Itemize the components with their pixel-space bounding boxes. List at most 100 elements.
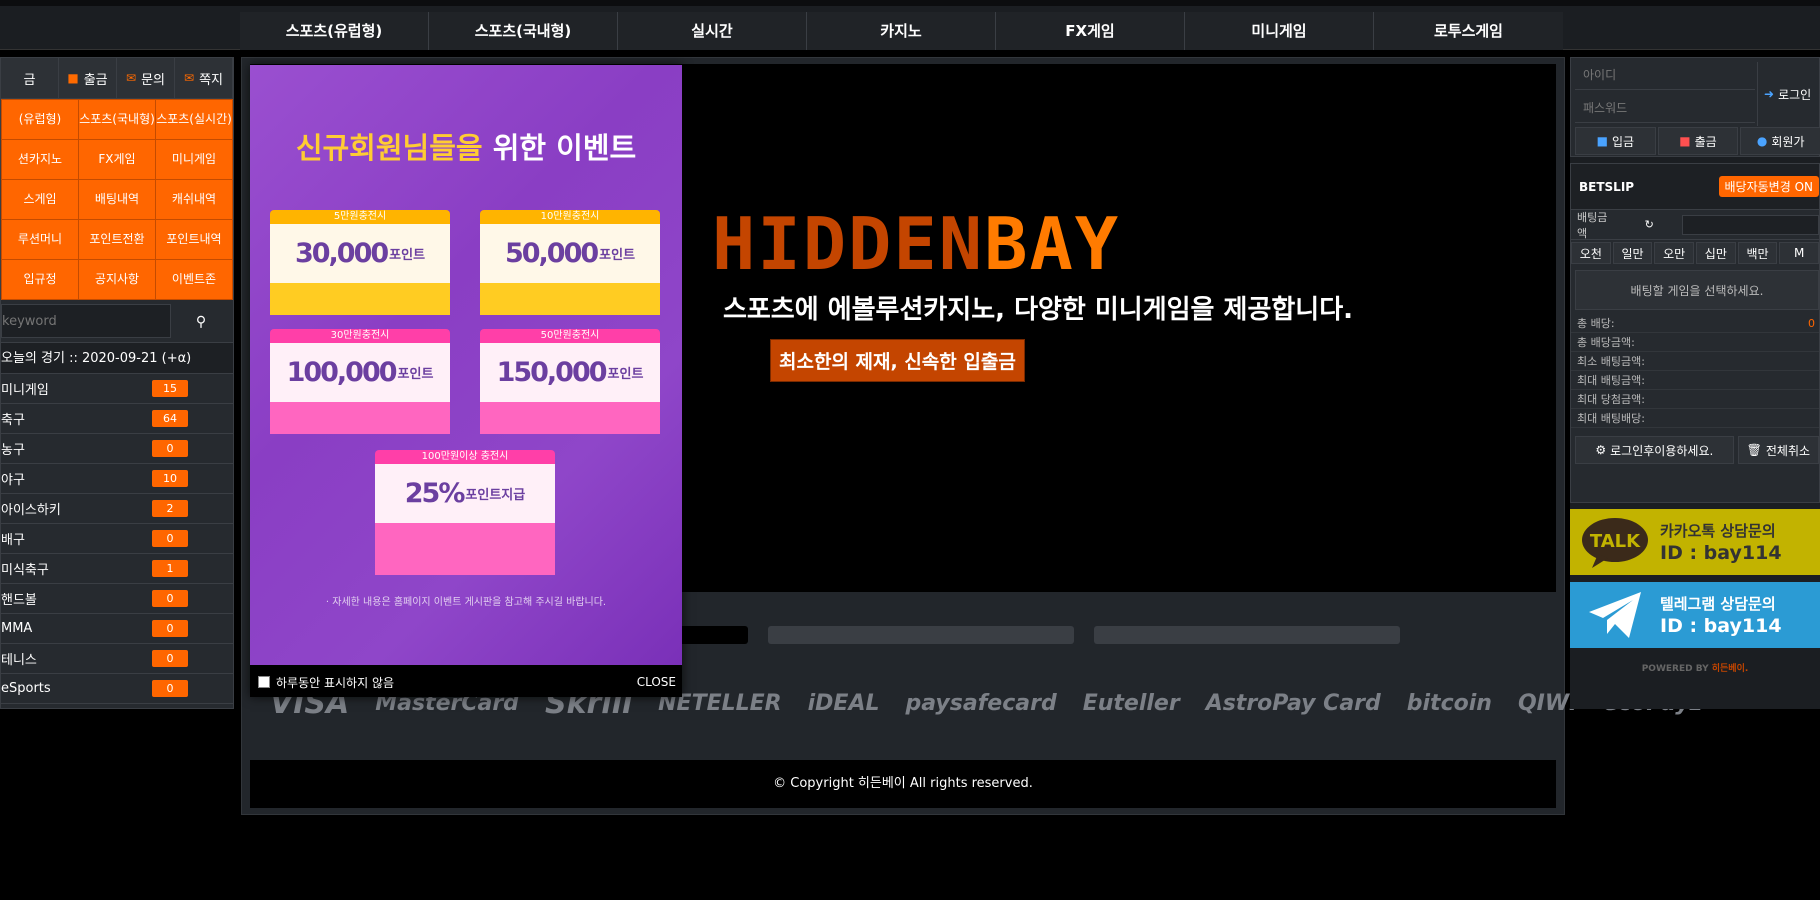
menu-notice[interactable]: 공지사항 [79, 260, 155, 299]
envelope-amount: 30,000 [294, 238, 389, 269]
search-input[interactable] [1, 304, 171, 338]
telegram-text: 텔레그램 상담문의 ID : bay114 [1660, 593, 1782, 637]
nav-fx-game[interactable]: FX게임 [996, 12, 1185, 50]
sport-count-badge: 1 [152, 560, 188, 577]
slider-indicator-3[interactable] [1094, 626, 1400, 644]
menu-fx-game[interactable]: FX게임 [79, 140, 155, 179]
telegram-line1: 텔레그램 상담문의 [1660, 595, 1776, 613]
deposit-label: 금 [23, 72, 36, 88]
login-button[interactable]: ➜ 로그인 [1757, 62, 1820, 126]
menu-event-zone[interactable]: 이벤트존 [156, 260, 232, 299]
sign-in-icon: ➜ [1764, 87, 1775, 101]
chip-5000[interactable]: 오천 [1571, 242, 1611, 264]
top-nav-items: 스포츠(유럽형) 스포츠(국내형) 실시간 카지노 FX게임 미니게임 로투스게… [240, 12, 1563, 50]
kakaotalk-contact[interactable]: TALK 카카오톡 상담문의 ID : bay114 [1570, 509, 1820, 575]
sport-item-mini-game[interactable]: 미니게임 15 [1, 374, 233, 404]
menu-mini-game[interactable]: 미니게임 [156, 140, 232, 179]
min-bet-row: 최소 배팅금액: [1571, 352, 1819, 371]
withdraw-action[interactable]: ■ 출금 [59, 58, 117, 98]
nav-sports-domestic[interactable]: 스포츠(국내형) [429, 12, 618, 50]
deposit-button[interactable]: ■ 입금 [1575, 127, 1656, 155]
sport-item-tennis[interactable]: 테니스 0 [1, 644, 233, 674]
envelope-150000: 50만원충전시 150,000 포인트 [480, 329, 660, 434]
sport-name: 미니게임 [1, 383, 49, 398]
user-icon: ● [1756, 134, 1768, 148]
menu-lotus-game[interactable]: 스게임 [2, 180, 78, 219]
sport-item-handball[interactable]: 핸드볼 0 [1, 584, 233, 614]
bet-amount-input[interactable] [1681, 214, 1819, 235]
menu-bet-history[interactable]: 배팅내역 [79, 180, 155, 219]
nav-mini-game[interactable]: 미니게임 [1185, 12, 1374, 50]
sport-item-mma[interactable]: MMA 0 [1, 614, 233, 644]
chip-1000000[interactable]: 백만 [1737, 242, 1778, 264]
sport-name: 야구 [1, 473, 25, 488]
envelope-unit: 포인트 [389, 248, 426, 263]
chip-100000[interactable]: 십만 [1696, 242, 1736, 264]
kakaotalk-bubble-icon: TALK [1582, 518, 1648, 568]
envelope-25-percent: 100만원이상 충전시 25% 포인트지급 [375, 450, 555, 575]
dont-show-today[interactable]: 하루동안 표시하지 않음 [258, 674, 394, 691]
powered-brand: 히든베이. [1711, 664, 1749, 674]
menu-sports-domestic[interactable]: 스포츠(국내형) [79, 100, 155, 139]
nav-casino[interactable]: 카지노 [807, 12, 996, 50]
sport-name: eSports [1, 681, 51, 696]
odds-auto-change-toggle[interactable]: 배당자동변경 ON [1718, 176, 1819, 197]
username-field[interactable]: 아이디 [1575, 60, 1755, 90]
menu-sports-live[interactable]: 스포츠(실시간) [156, 100, 232, 139]
inquiry-action[interactable]: ✉ 문의 [117, 58, 175, 98]
popup-title: 신규회원님들을 위한 이벤트 [250, 125, 682, 167]
cancel-all-button[interactable]: 🗑 전체취소 [1737, 436, 1819, 464]
telegram-contact[interactable]: 텔레그램 상담문의 ID : bay114 [1570, 582, 1820, 648]
powered-label: POWERED BY [1641, 664, 1709, 674]
nav-live[interactable]: 실시간 [618, 12, 807, 50]
menu-evolution-money[interactable]: 루션머니 [2, 220, 78, 259]
chip-max[interactable]: M [1779, 242, 1820, 264]
message-action[interactable]: ✉ 쪽지 [175, 58, 233, 98]
chip-10000[interactable]: 일만 [1612, 242, 1653, 264]
menu-sports-european[interactable]: (유럽형) [2, 100, 78, 139]
menu-rules[interactable]: 입규정 [2, 260, 78, 299]
sport-item-american-football[interactable]: 미식축구 1 [1, 554, 233, 584]
login-to-use-button[interactable]: ⚙ 로그인후이용하세요. [1575, 436, 1734, 464]
menu-point-history[interactable]: 포인트내역 [156, 220, 232, 259]
sport-item-basketball[interactable]: 농구 0 [1, 434, 233, 464]
menu-evolution-casino[interactable]: 션카지노 [2, 140, 78, 179]
menu-point-convert[interactable]: 포인트전환 [79, 220, 155, 259]
menu-cash-history[interactable]: 캐쉬내역 [156, 180, 232, 219]
password-field[interactable]: 패스워드 [1575, 93, 1755, 123]
row-label: 총 배당금액: [1577, 336, 1635, 349]
slider-indicator-2[interactable] [768, 626, 1074, 644]
sport-name: 배구 [1, 533, 25, 548]
envelope-amount: 150,000 [496, 357, 608, 388]
dont-show-label: 하루동안 표시하지 않음 [276, 675, 395, 690]
sport-item-volleyball[interactable]: 배구 0 [1, 524, 233, 554]
popup-close-button[interactable]: CLOSE [637, 675, 676, 689]
sport-item-ice-hockey[interactable]: 아이스하키 2 [1, 494, 233, 524]
kakao-text: 카카오톡 상담문의 ID : bay114 [1660, 520, 1782, 564]
betslip: BETSLIP 배당자동변경 ON 배팅금액 ↻ 오천 일만 오만 십만 백만 … [1570, 163, 1820, 503]
inquiry-label: 문의 [141, 72, 165, 88]
chip-50000[interactable]: 오만 [1654, 242, 1695, 264]
dont-show-checkbox[interactable] [258, 676, 270, 688]
withdraw-label: 출금 [83, 72, 108, 88]
sport-item-soccer[interactable]: 축구 64 [1, 404, 233, 434]
row-label: 최대 배팅금액: [1577, 374, 1645, 387]
nav-lotus-game[interactable]: 로투스게임 [1374, 12, 1563, 50]
envelope-body [270, 402, 450, 434]
envelope-body [375, 523, 555, 575]
withdraw-button[interactable]: ■ 출금 [1657, 127, 1739, 155]
nav-sports-european[interactable]: 스포츠(유럽형) [240, 12, 429, 50]
sport-item-esports[interactable]: eSports 0 [1, 674, 233, 704]
deposit-action[interactable]: 금 [1, 58, 59, 98]
envelope-body [480, 402, 660, 434]
telegram-plane-icon [1589, 592, 1641, 638]
refresh-icon[interactable]: ↻ [1645, 218, 1654, 231]
bitcoin-logo: bitcoin [1406, 691, 1492, 716]
login-box: 아이디 패스워드 ➜ 로그인 ■ 입금 ■ 출금 ● 회원가 [1570, 57, 1820, 157]
row-label: 최대 당첨금액: [1577, 393, 1645, 406]
sport-item-baseball[interactable]: 야구 10 [1, 464, 233, 494]
search-icon[interactable]: ⚲ [171, 304, 231, 340]
envelope-30000: 5만원충전시 30,000 포인트 [270, 210, 450, 315]
sport-name: 아이스하키 [1, 503, 61, 518]
signup-button[interactable]: ● 회원가 [1740, 127, 1820, 155]
